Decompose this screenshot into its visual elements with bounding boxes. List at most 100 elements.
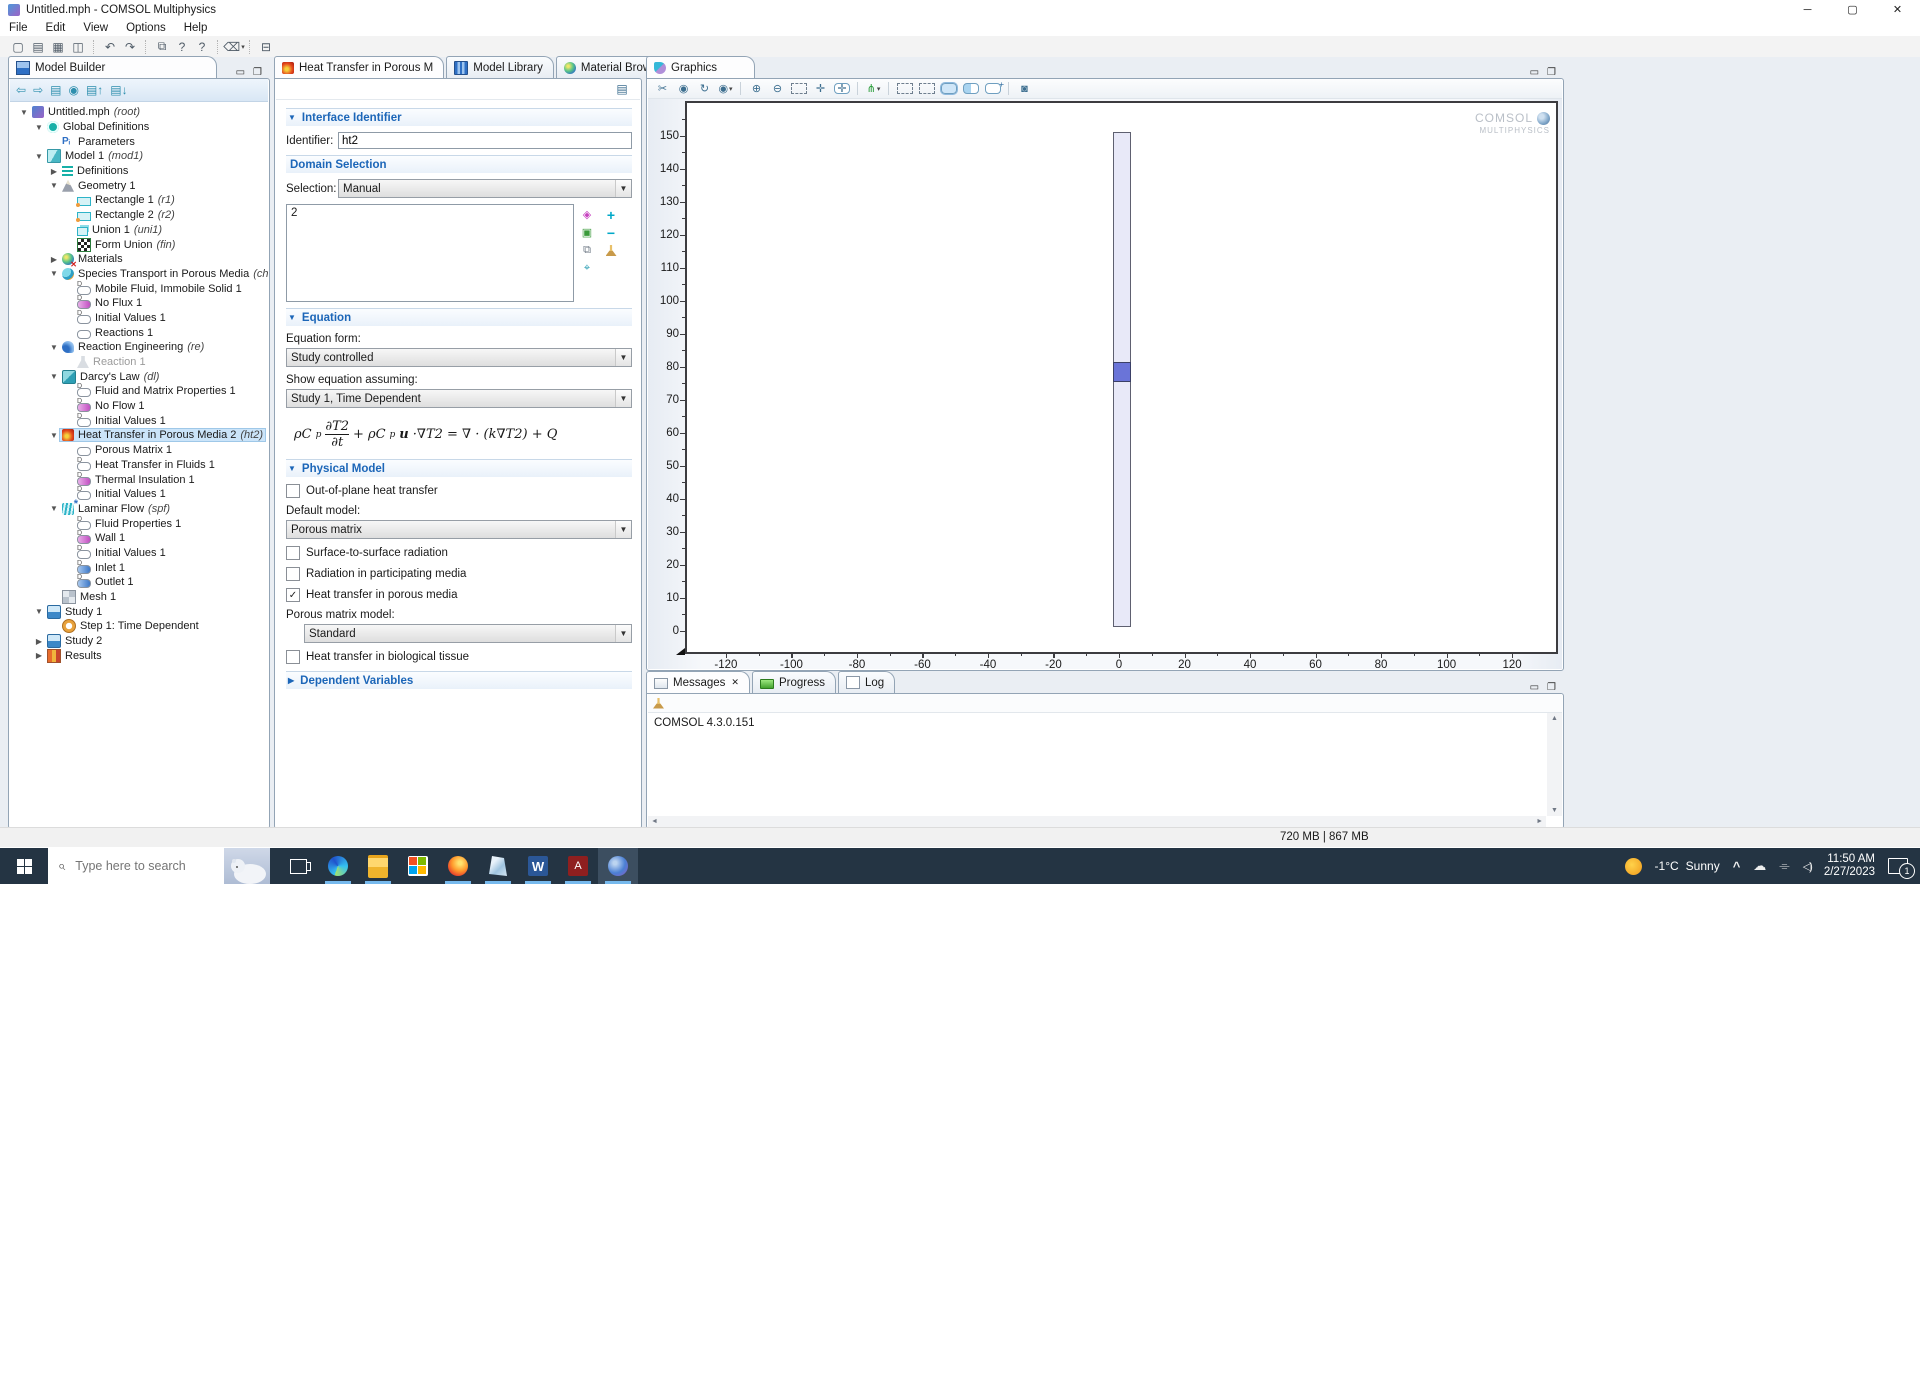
scroll-up-icon[interactable]: ▲ bbox=[1551, 715, 1558, 722]
weather-condition[interactable]: Sunny bbox=[1686, 859, 1720, 873]
clear-mesh-broom-icon[interactable]: ⌫▾ bbox=[225, 38, 243, 55]
tree-item-rectangle-2[interactable]: Rectangle 2(r2) bbox=[10, 208, 268, 223]
tree-item-darcy-s-law[interactable]: ▼Darcy's Law(dl) bbox=[10, 369, 268, 384]
tree-item-form-union[interactable]: Form Union(fin) bbox=[10, 237, 268, 252]
snapshot-camera-icon[interactable]: ◙ bbox=[1015, 81, 1034, 97]
default-model-combo[interactable]: Porous matrix ▼ bbox=[286, 520, 632, 539]
collapse-all-icon[interactable]: ▤ bbox=[50, 83, 61, 97]
checkbox-checked-icon[interactable]: ✓ bbox=[286, 588, 300, 602]
weather-sun-icon[interactable] bbox=[1625, 858, 1642, 875]
identifier-input[interactable] bbox=[338, 132, 632, 149]
notification-center-icon[interactable]: 1 bbox=[1888, 858, 1908, 874]
model-builder-header[interactable]: Model Builder bbox=[8, 56, 217, 78]
panel-restore-icon[interactable]: ❐ bbox=[1547, 67, 1556, 78]
volume-icon[interactable]: ◁) bbox=[1803, 860, 1811, 873]
zoom-out-icon[interactable]: ⊖ bbox=[768, 81, 787, 97]
tab-log[interactable]: Log bbox=[838, 671, 895, 693]
weather-temp[interactable]: -1°C bbox=[1655, 859, 1679, 873]
scroll-left-icon[interactable]: ◄ bbox=[651, 818, 658, 825]
tree-item-parameters[interactable]: PᵢParameters bbox=[10, 134, 268, 149]
dropdown-caret-icon[interactable]: ▾ bbox=[241, 43, 245, 51]
panel-restore-icon[interactable]: ❐ bbox=[253, 67, 262, 78]
tree-item-outlet-1[interactable]: Outlet 1 bbox=[10, 575, 268, 590]
view-axes-icon[interactable]: ⋔▾ bbox=[864, 81, 883, 97]
clear-selection-button[interactable] bbox=[603, 242, 619, 259]
remove-selection-mode-icon[interactable] bbox=[985, 83, 1001, 94]
taskbar-app-comsol[interactable] bbox=[598, 848, 638, 884]
search-bear-image[interactable] bbox=[224, 848, 270, 884]
show-eye-icon[interactable]: ◉ bbox=[674, 81, 693, 97]
close-tab-icon[interactable]: ✕ bbox=[731, 677, 739, 688]
tree-item-untitled-mph[interactable]: ▼Untitled.mph(root) bbox=[10, 105, 268, 120]
tree-item-study-2[interactable]: ▶Study 2 bbox=[10, 634, 268, 649]
tree-item-rectangle-1[interactable]: Rectangle 1(r1) bbox=[10, 193, 268, 208]
new-file-icon[interactable]: ▢ bbox=[9, 38, 27, 55]
move-down-icon[interactable]: ▤↓ bbox=[110, 83, 127, 97]
remove-from-selection-button[interactable]: − bbox=[603, 224, 619, 241]
move-up-icon[interactable]: ▤↑ bbox=[86, 83, 103, 97]
tree-caret-icon[interactable]: ▼ bbox=[33, 152, 45, 161]
checkbox-icon[interactable] bbox=[286, 546, 300, 560]
tree-item-reaction-1[interactable]: Reaction 1 bbox=[10, 355, 268, 370]
zoom-to-selection-button[interactable]: ⌖ bbox=[579, 260, 595, 277]
tree-caret-icon[interactable]: ▼ bbox=[48, 372, 60, 381]
taskbar-app-media-glass[interactable] bbox=[478, 848, 518, 884]
paste-selection-button[interactable]: ▣ bbox=[579, 224, 595, 241]
scroll-right-icon[interactable]: ► bbox=[1536, 818, 1543, 825]
section-domain-selection[interactable]: Domain Selection bbox=[286, 155, 632, 173]
show-icon[interactable]: ◉ bbox=[68, 83, 78, 97]
tab-graphics[interactable]: Graphics bbox=[646, 56, 755, 78]
checkbox-biological-tissue[interactable]: Heat transfer in biological tissue bbox=[286, 650, 632, 664]
tree-caret-icon[interactable]: ▶ bbox=[48, 167, 60, 176]
start-button[interactable] bbox=[0, 848, 48, 884]
back-icon[interactable]: ⇦ bbox=[16, 83, 26, 97]
tree-caret-icon[interactable]: ▼ bbox=[48, 343, 60, 352]
checkbox-porous-media[interactable]: ✓ Heat transfer in porous media bbox=[286, 588, 632, 602]
taskbar-app-task-view[interactable] bbox=[278, 848, 318, 884]
tree-item-initial-values-1[interactable]: Initial Values 1 bbox=[10, 413, 268, 428]
show-settings-icon[interactable]: ▤ bbox=[613, 81, 631, 98]
tree-caret-icon[interactable]: ▼ bbox=[48, 431, 60, 440]
section-interface-identifier[interactable]: ▼ Interface Identifier bbox=[286, 108, 632, 126]
onedrive-cloud-icon[interactable]: ☁ bbox=[1753, 858, 1766, 874]
tree-item-initial-values-1[interactable]: Initial Values 1 bbox=[10, 487, 268, 502]
horizontal-scrollbar[interactable]: ◄ ► bbox=[648, 816, 1546, 827]
tree-item-mobile-fluid-immobile-solid-1[interactable]: Mobile Fluid, Immobile Solid 1 bbox=[10, 281, 268, 296]
checkbox-icon[interactable] bbox=[286, 484, 300, 498]
scroll-down-icon[interactable]: ▼ bbox=[1551, 807, 1558, 814]
tree-item-no-flux-1[interactable]: No Flux 1 bbox=[10, 296, 268, 311]
tree-item-global-definitions[interactable]: ▼Global Definitions bbox=[10, 120, 268, 135]
tree-caret-icon[interactable]: ▶ bbox=[48, 255, 60, 264]
checkbox-icon[interactable] bbox=[286, 567, 300, 581]
dropdown-caret-icon[interactable]: ▾ bbox=[877, 85, 881, 93]
taskbar-app-firefox[interactable] bbox=[438, 848, 478, 884]
zoom-extents-icon[interactable]: ✛ bbox=[811, 81, 830, 97]
zoom-fit-icon[interactable]: ✛ bbox=[834, 83, 850, 94]
add-to-selection-button[interactable]: + bbox=[603, 206, 619, 223]
deselect-box-icon[interactable] bbox=[919, 83, 935, 94]
taskbar-app-edge[interactable] bbox=[318, 848, 358, 884]
taskbar-app-file-explorer[interactable] bbox=[358, 848, 398, 884]
panel-restore-icon[interactable]: ❐ bbox=[1547, 682, 1556, 693]
zoom-in-icon[interactable]: ⊕ bbox=[747, 81, 766, 97]
checkbox-out-of-plane[interactable]: Out-of-plane heat transfer bbox=[286, 484, 632, 498]
tree-caret-icon[interactable]: ▼ bbox=[48, 269, 60, 278]
tree-item-model-1[interactable]: ▼Model 1(mod1) bbox=[10, 149, 268, 164]
tab-progress[interactable]: Progress bbox=[752, 671, 836, 693]
save-file-icon[interactable]: ▦ bbox=[49, 38, 67, 55]
section-dependent-variables[interactable]: ▶ Dependent Variables bbox=[286, 671, 632, 689]
checkbox-icon[interactable] bbox=[286, 650, 300, 664]
close-button[interactable]: ✕ bbox=[1875, 0, 1920, 19]
menu-help[interactable]: Help bbox=[175, 22, 217, 34]
tree-caret-icon[interactable]: ▼ bbox=[48, 504, 60, 513]
taskbar-search[interactable]: ⌕ bbox=[48, 848, 270, 884]
section-physical-model[interactable]: ▼ Physical Model bbox=[286, 459, 632, 477]
panel-minimize-icon[interactable]: ▭ bbox=[236, 67, 245, 78]
dropdown-caret-icon[interactable]: ▾ bbox=[729, 85, 733, 93]
tree-item-step-1-time-dependent[interactable]: Step 1: Time Dependent bbox=[10, 619, 268, 634]
tree-item-fluid-properties-1[interactable]: Fluid Properties 1 bbox=[10, 516, 268, 531]
tree-item-laminar-flow[interactable]: ▼Laminar Flow(spf) bbox=[10, 502, 268, 517]
tab-messages[interactable]: Messages ✕ bbox=[646, 671, 750, 693]
tab-heat-transfer[interactable]: Heat Transfer in Porous M bbox=[274, 56, 444, 78]
tree-item-initial-values-1[interactable]: Initial Values 1 bbox=[10, 311, 268, 326]
